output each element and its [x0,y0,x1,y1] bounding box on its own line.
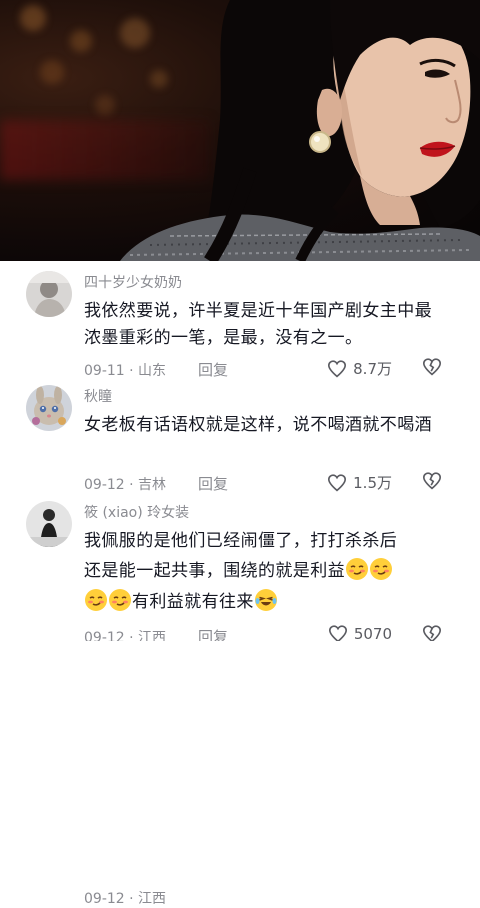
comment-location: 山东 [138,363,167,379]
comment-location: 江西 [138,630,167,641]
like-count: 1.5万 [353,474,392,492]
comment-meta: 09-12 · 吉林 [84,477,167,493]
comment-date: 09-12 [84,630,125,641]
heart-icon [328,625,347,641]
smirk-emoji [346,558,368,580]
dislike-button[interactable] [422,358,442,380]
avatar[interactable] [26,501,72,547]
username[interactable]: 筱 (xiao) 玲女装 [84,502,189,522]
dislike-button[interactable] [422,472,442,494]
broken-heart-icon [422,472,442,490]
reply-button[interactable]: 回复 [198,359,228,380]
broken-heart-icon [422,625,442,641]
smirk-emoji [85,589,107,611]
heart-icon [328,359,347,377]
comment-text: 我依然要说，许半夏是近十年国产剧女主中最浓墨重彩的一笔，是最，没有之一。 [84,301,432,348]
comment-item: 秋瞳 女老板有话语权就是这样，说不喝酒就不喝酒 09-12 · 吉林 回复 1.… [0,381,480,503]
comment-text: 我佩服的是他们已经闹僵了，打打杀杀后 还是能一起共事，围绕的就是利益 有利益就有… [84,528,464,616]
comment-date: 09-11 [84,363,125,379]
like-button[interactable]: 8.7万 [327,358,392,379]
dislike-button[interactable] [422,625,442,641]
reply-button[interactable]: 回复 [198,473,228,494]
reply-button[interactable]: 回复 [198,626,228,641]
avatar[interactable] [26,385,72,431]
like-count: 8.7万 [353,360,392,378]
comment-date: 09-12 [84,891,125,907]
comment-location: 吉林 [138,477,167,493]
comment-meta: 09-12 · 江西 [84,627,166,641]
comment-text: 女老板有话语权就是这样，说不喝酒就不喝酒 [84,415,432,435]
comment-meta: 09-12 · 江西 [84,891,167,907]
broken-heart-icon [422,358,442,376]
laugh-cry-emoji [254,589,277,611]
like-button[interactable]: 1.5万 [327,472,392,493]
like-button[interactable]: 5070 [328,625,392,641]
comment-text-line: 还是能一起共事，围绕的就是利益 [84,557,464,585]
comment-text-line: 我佩服的是他们已经闹僵了，打打杀杀后 [84,531,398,551]
comment-list: 四十岁少女奶奶 我依然要说，许半夏是近十年国产剧女主中最浓墨重彩的一笔，是最，没… [0,261,480,907]
smirk-emoji [109,589,131,611]
comment-location: 江西 [138,891,167,907]
portrait-illustration [120,0,480,261]
comment-item: 筱 (xiao) 玲女装 我佩服的是他们已经闹僵了，打打杀杀后 还是能一起共事，… [0,501,480,907]
username[interactable]: 秋瞳 [84,386,112,406]
username[interactable]: 四十岁少女奶奶 [84,272,182,292]
comment-actions: 09-12 · 江西 回复 5070 [0,625,480,641]
avatar[interactable] [26,271,72,317]
like-count: 5070 [353,625,392,641]
comment-date: 09-12 [84,477,125,493]
comment-text-line: 有利益就有往来 [84,588,464,616]
heart-icon [328,473,347,491]
comment-meta: 09-11 · 山东 [84,363,167,379]
smirk-emoji [370,558,392,580]
comment-item: 四十岁少女奶奶 我依然要说，许半夏是近十年国产剧女主中最浓墨重彩的一笔，是最，没… [0,261,480,387]
video-frame[interactable] [0,0,480,261]
